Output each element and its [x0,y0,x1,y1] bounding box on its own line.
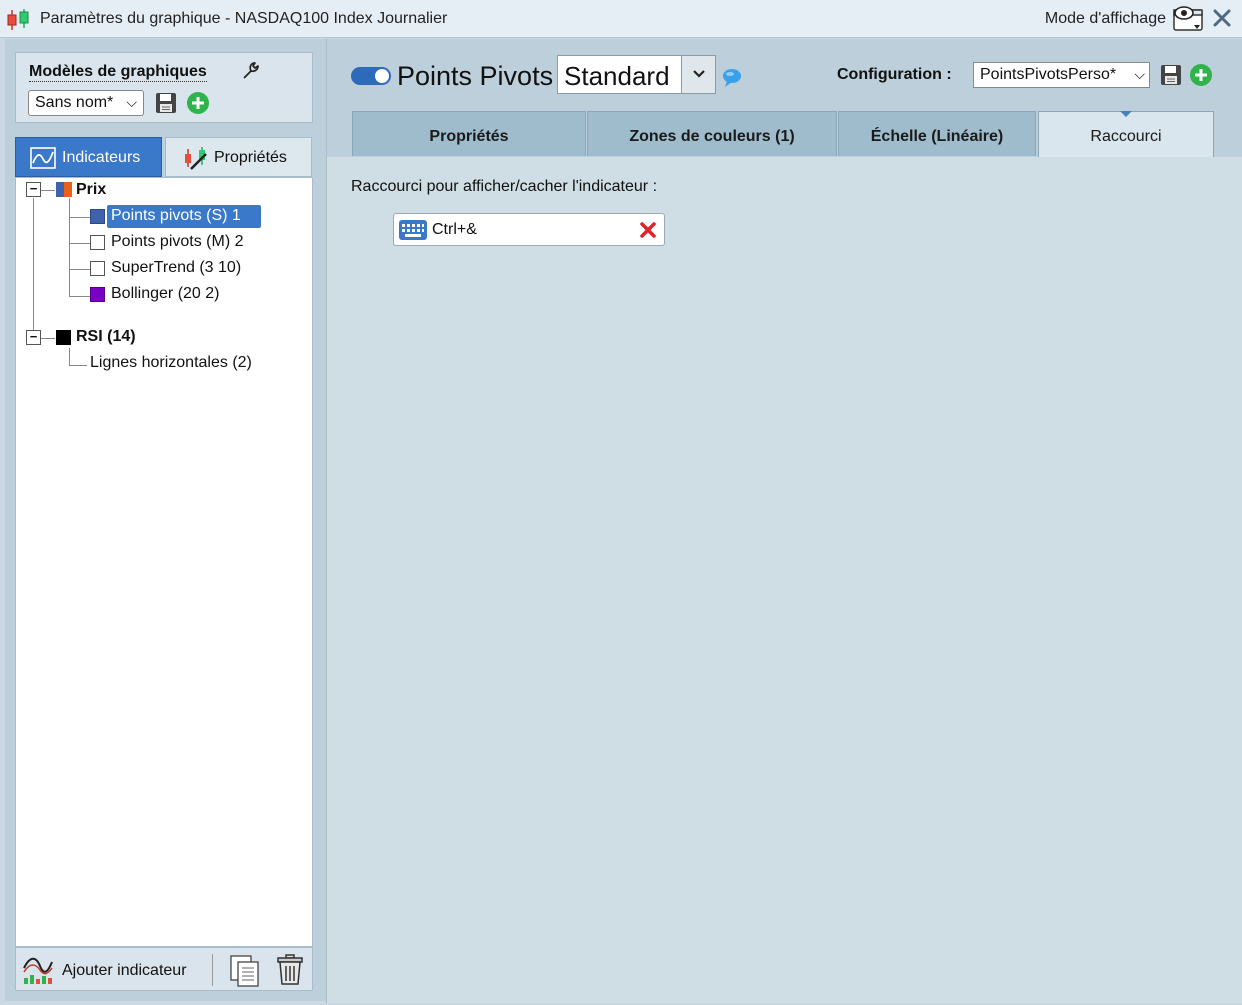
tree-connector [69,348,70,365]
chart-models-box: Modèles de graphiques Sans nom* ⌵ [15,52,313,123]
rsi-swatch [56,330,71,345]
tab-label: Échelle (Linéaire) [870,128,1004,145]
indicator-name: Points Pivots [397,61,554,91]
title-bar: Paramètres du graphique - NASDAQ100 Inde… [0,0,1242,38]
tree-item-horizontal-lines[interactable]: Lignes horizontales (2) [90,354,252,372]
tab-properties-right[interactable]: Propriétés [352,111,586,156]
points-pivots-m-swatch [90,235,105,250]
collapse-prix-toggle[interactable]: − [26,182,41,197]
chart-model-select[interactable]: Sans nom* ⌵ [28,90,144,116]
style-select-dropdown-button[interactable] [681,56,715,93]
tree-connector [41,338,55,339]
chevron-down-icon [693,70,705,78]
tree-connector [41,190,55,191]
configuration-select[interactable]: PointsPivotsPerso* ⌵ [973,62,1150,88]
style-select[interactable]: Standard [557,55,716,94]
tab-color-zones[interactable]: Zones de couleurs (1) [587,111,837,156]
toolbar-separator [212,954,213,986]
keyboard-icon [399,220,427,240]
eye-window-icon[interactable] [1170,4,1206,34]
wrench-icon[interactable] [240,60,262,82]
tab-properties-label: Propriétés [214,149,287,166]
tree-item-supertrend[interactable]: SuperTrend (3 10) [111,259,241,277]
red-x-icon[interactable] [639,221,657,239]
shortcut-input[interactable]: Ctrl+& [393,213,665,246]
right-panel: Points Pivots Standard Configuration : P… [326,39,1242,1003]
floppy-disk-icon[interactable] [1159,63,1183,87]
style-select-value: Standard [564,61,670,91]
prix-swatch [56,182,64,197]
chart-models-title: Modèles de graphiques [29,63,207,82]
left-panel: Modèles de graphiques Sans nom* ⌵ Indica… [5,39,326,1001]
tree-item-points-pivots-s[interactable]: Points pivots (S) 1 [111,207,241,225]
close-icon[interactable] [1210,6,1234,30]
tree-connector [33,198,34,340]
active-tab-indicator [1120,111,1132,117]
floppy-disk-icon[interactable] [154,91,178,115]
trash-can-icon[interactable] [276,954,304,986]
left-tabs: Indicateurs Propriétés [15,137,313,177]
tab-scale[interactable]: Échelle (Linéaire) [838,111,1036,156]
indicator-chart-icon [23,957,53,984]
tab-label: Raccourci [1090,128,1162,145]
tree-connector [69,269,91,270]
configuration-label: Configuration : [837,66,952,83]
tab-indicators-label: Indicateurs [62,149,141,166]
candlestick-chart-icon [7,9,29,30]
configuration-select-value: PointsPivotsPerso* [980,66,1117,83]
chart-model-value: Sans nom* [35,94,114,111]
speech-bubble-icon[interactable] [721,67,743,89]
tab-indicators[interactable]: Indicateurs [15,137,162,177]
points-pivots-s-swatch [90,209,105,224]
tab-shortcut[interactable]: Raccourci [1038,111,1214,157]
tree-connector [69,217,91,218]
view-mode-label[interactable]: Mode d'affichage [1045,10,1166,28]
add-indicator-label: Ajouter indicateur [62,962,187,979]
paint-brush-icon [185,147,207,170]
tab-properties[interactable]: Propriétés [165,137,312,177]
tree-toolbar: Ajouter indicateur [15,947,313,991]
bollinger-swatch [90,287,105,302]
plus-circle-icon[interactable] [1189,63,1213,87]
collapse-rsi-toggle[interactable]: − [26,330,41,345]
copy-document-icon[interactable] [228,954,262,988]
toggle-knob [375,69,389,83]
prix-swatch [64,182,72,197]
tree-connector [69,296,91,297]
tree-connector [69,198,70,297]
shortcut-prompt: Raccourci pour afficher/cacher l'indicat… [351,178,658,195]
tree-group-rsi[interactable]: RSI (14) [76,328,136,346]
tree-connector [69,243,91,244]
window-title: Paramètres du graphique - NASDAQ100 Inde… [40,10,448,27]
chevron-down-icon: ⌵ [1134,66,1145,82]
tab-label: Zones de couleurs (1) [629,128,795,145]
indicator-header: Points Pivots Standard Configuration : P… [327,39,1242,157]
tree-group-prix[interactable]: Prix [76,181,106,199]
plus-circle-icon[interactable] [186,91,210,115]
tab-label: Propriétés [429,128,509,145]
supertrend-swatch [90,261,105,276]
chevron-down-icon: ⌵ [126,94,137,110]
tree-item-points-pivots-m[interactable]: Points pivots (M) 2 [111,233,243,251]
tree-connector [69,365,87,366]
tree-item-bollinger[interactable]: Bollinger (20 2) [111,285,220,303]
indicator-tree: − Prix Points pivots (S) 1 Points pivots… [15,177,313,947]
shortcut-value: Ctrl+& [432,221,477,238]
line-chart-icon [30,147,56,169]
add-indicator-button[interactable]: Ajouter indicateur [20,952,206,988]
indicator-enabled-toggle[interactable] [351,67,391,85]
